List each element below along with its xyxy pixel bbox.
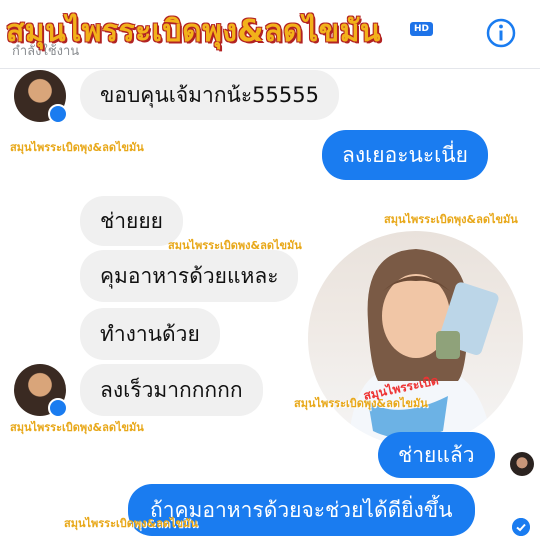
promo-banner-text: สมุนไพรระเบิดพุง&ลดไขมัน: [6, 14, 381, 49]
chat-header: กำลังใช้งาน สมุนไพรระเบิดพุง&ลดไขมัน HD: [0, 0, 540, 69]
promo-photo: สมุนไพรระเบิด: [305, 228, 526, 449]
message-bubble[interactable]: ช่ายแล้ว: [378, 432, 495, 478]
message-text: ช่ายยย: [100, 208, 163, 233]
message-text: ช่ายแล้ว: [398, 442, 475, 467]
message-text: ลงเร็วมากกกกก: [100, 377, 243, 402]
hd-badge: HD: [410, 22, 434, 36]
message-thread[interactable]: ขอบคุนเจ้มากน้ะ55555 สมุนไพรระเบิดพุง&ลด…: [0, 68, 540, 540]
message-bubble[interactable]: ขอบคุนเจ้มากน้ะ55555: [80, 70, 339, 120]
message-bubble[interactable]: คุมอาหารด้วยแหละ: [80, 250, 299, 302]
delivered-check-icon: [512, 518, 530, 536]
watermark-text: สมุนไพรระเบิดพุง&ลดไขมัน: [10, 421, 144, 434]
watermark-text: สมุนไพรระเบิดพุง&ลดไขมัน: [64, 517, 198, 530]
message-text: คุมอาหารด้วยแหละ: [100, 263, 279, 288]
woman-photo-illustration: [348, 249, 499, 446]
message-text: ลงเยอะนะเนี่ย: [342, 142, 468, 167]
message-text: ขอบคุนเจ้มากน้ะ55555: [100, 82, 319, 107]
message-text: ทำงานด้วย: [100, 321, 200, 346]
contact-avatar[interactable]: [14, 70, 68, 124]
watermark-text: สมุนไพรระเบิดพุง&ลดไขมัน: [384, 213, 518, 226]
info-icon[interactable]: [486, 18, 516, 48]
messenger-badge-icon: [48, 398, 68, 418]
message-bubble[interactable]: ลงเยอะนะเนี่ย: [322, 130, 488, 180]
messenger-badge-icon: [48, 104, 68, 124]
contact-avatar[interactable]: [14, 364, 68, 418]
watermark-text: สมุนไพรระเบิดพุง&ลดไขมัน: [294, 397, 428, 410]
watermark-text: สมุนไพรระเบิดพุง&ลดไขมัน: [10, 141, 144, 154]
message-bubble[interactable]: ลงเร็วมากกกกก: [80, 364, 263, 416]
message-bubble[interactable]: ทำงานด้วย: [80, 308, 220, 360]
seen-avatar: [510, 452, 534, 476]
